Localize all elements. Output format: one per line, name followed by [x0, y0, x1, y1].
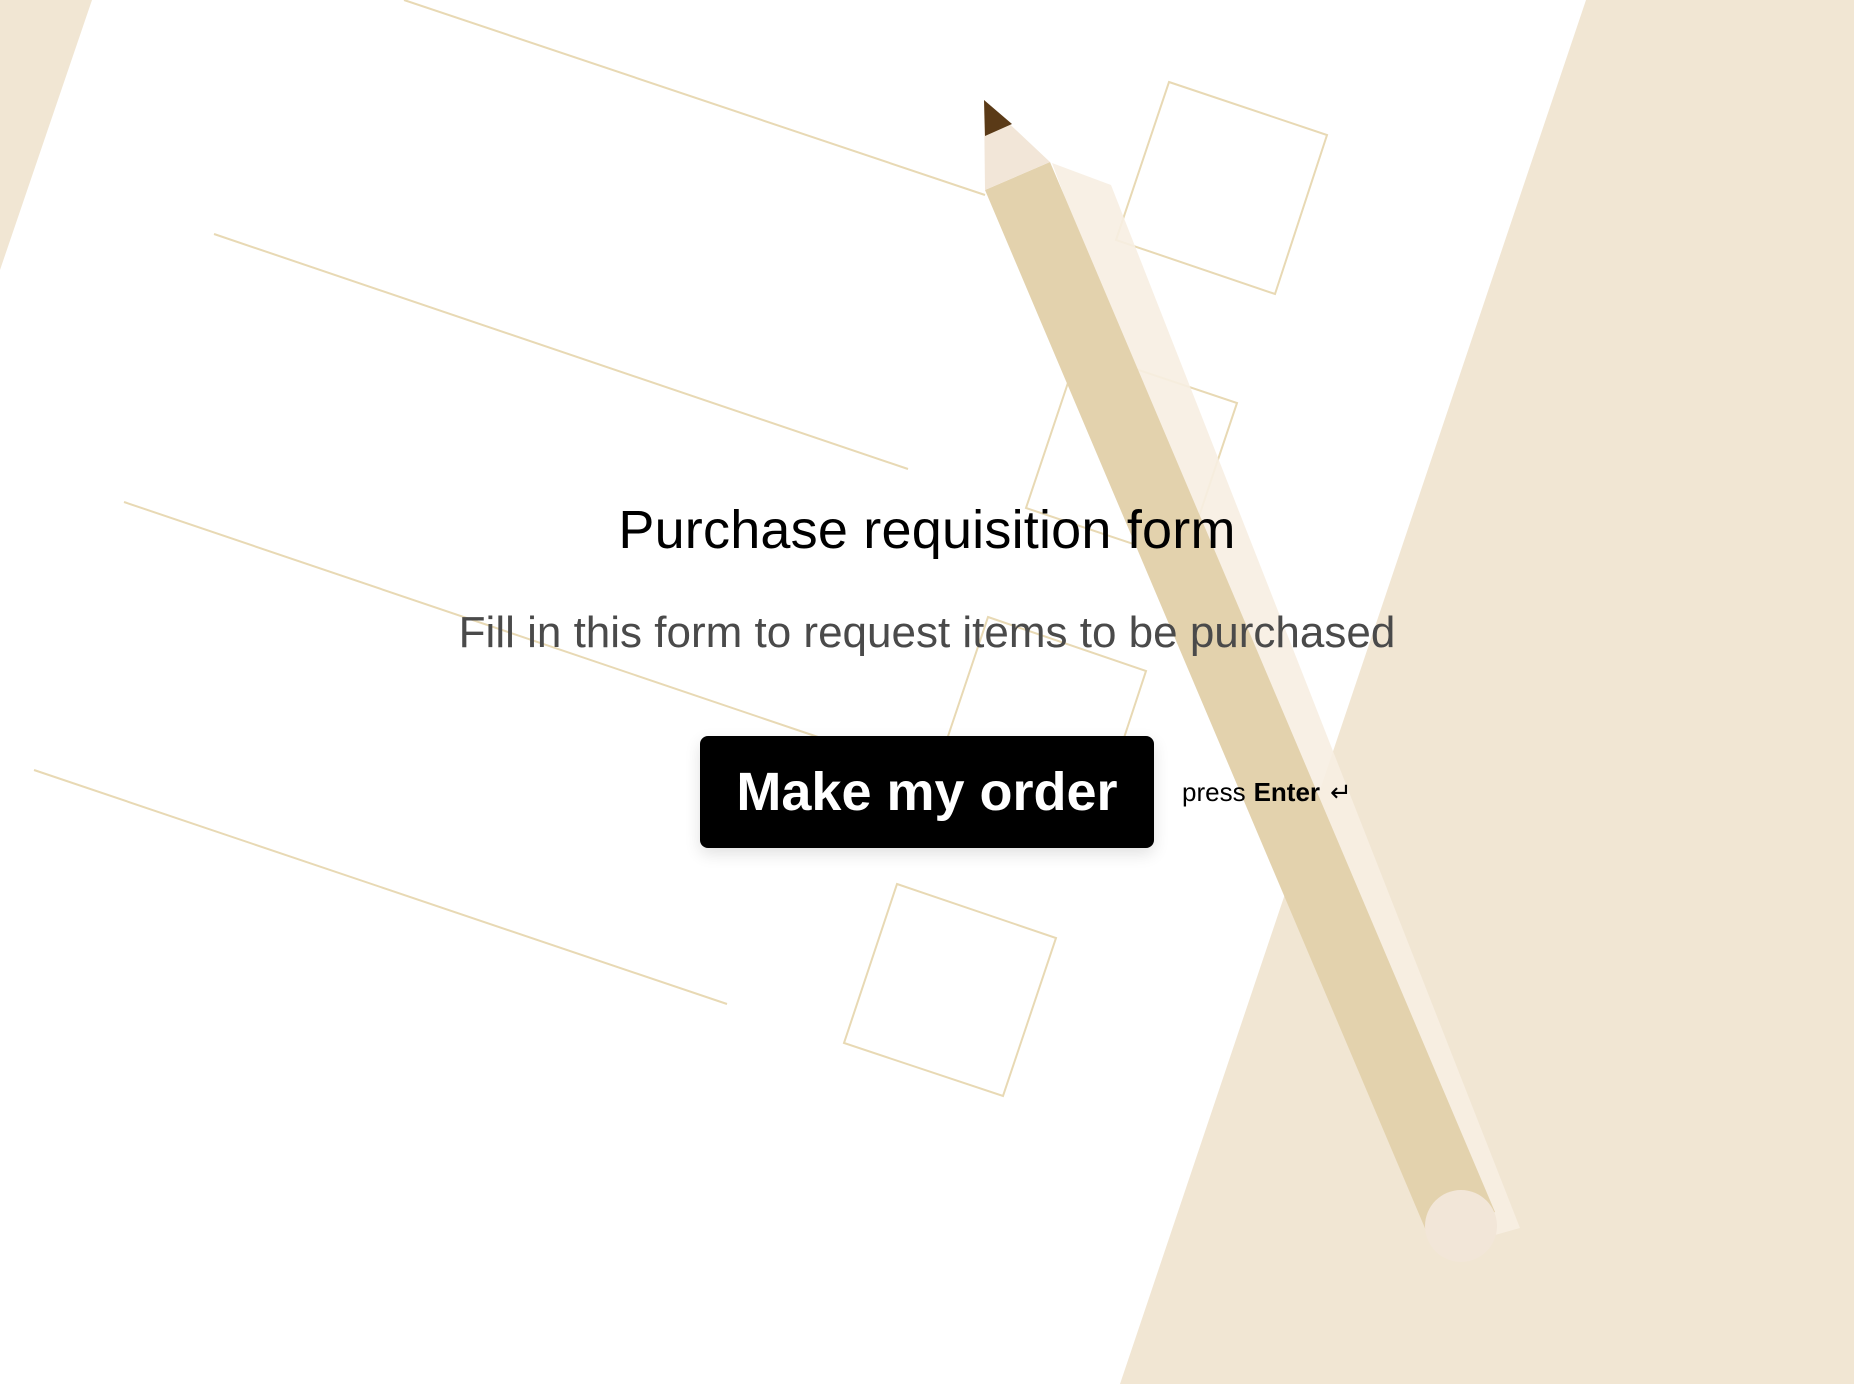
hint-prefix: press	[1182, 776, 1246, 807]
cta-row: Make my order press Enter ↵	[700, 736, 1352, 848]
return-arrow-icon: ↵	[1330, 776, 1352, 807]
hint-key: Enter	[1253, 776, 1321, 807]
make-order-button[interactable]: Make my order	[700, 736, 1154, 848]
welcome-screen: Purchase requisition form Fill in this f…	[0, 0, 1854, 1384]
page-title: Purchase requisition form	[618, 500, 1236, 560]
keyboard-hint: press Enter ↵	[1182, 777, 1352, 808]
welcome-content: Purchase requisition form Fill in this f…	[0, 0, 1854, 1384]
page-subtitle: Fill in this form to request items to be…	[458, 608, 1396, 657]
